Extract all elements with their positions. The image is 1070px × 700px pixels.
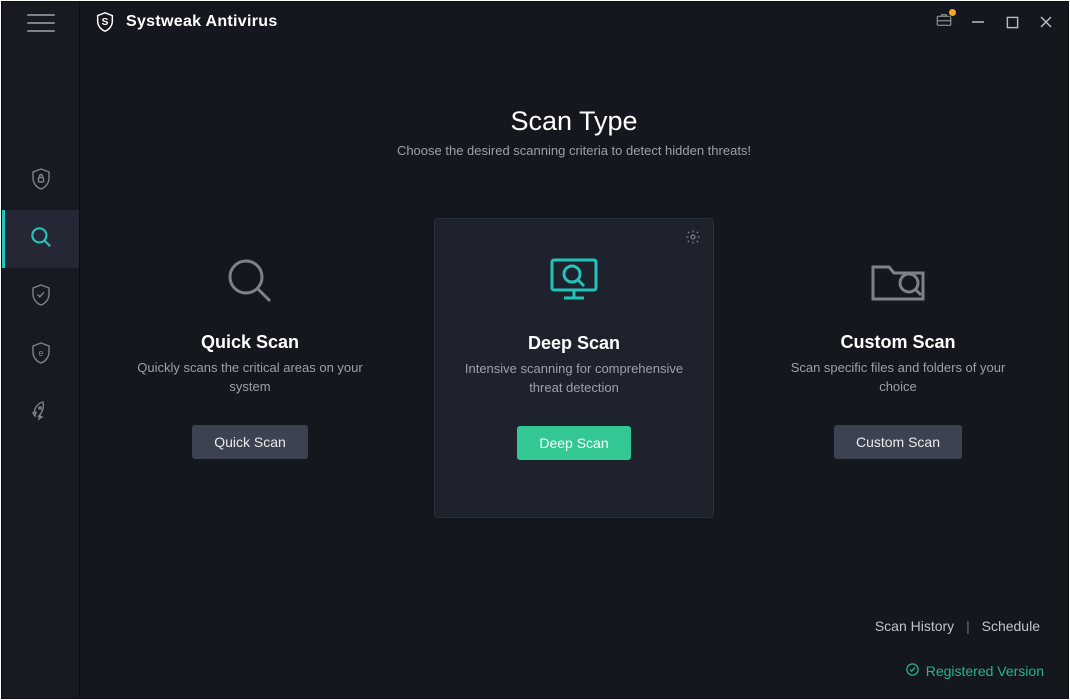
sidebar-item-shield[interactable] xyxy=(2,152,79,210)
page-title: Scan Type xyxy=(80,106,1068,137)
sidebar-item-protect[interactable] xyxy=(2,268,79,326)
card-custom-scan: Custom Scan Scan specific files and fold… xyxy=(758,218,1038,518)
app-title: Systweak Antivirus xyxy=(126,13,278,31)
card-title: Quick Scan xyxy=(134,332,366,353)
notification-badge-icon xyxy=(948,8,957,17)
card-desc: Intensive scanning for comprehensive thr… xyxy=(459,360,689,398)
shield-check-icon xyxy=(29,283,53,312)
app-logo-icon: S xyxy=(94,11,116,33)
card-title: Deep Scan xyxy=(459,333,689,354)
menu-toggle-button[interactable] xyxy=(2,2,79,44)
registered-status: Registered Version xyxy=(905,662,1044,680)
card-desc: Scan specific files and folders of your … xyxy=(782,359,1014,397)
deep-scan-button[interactable]: Deep Scan xyxy=(517,426,630,460)
sidebar-item-email[interactable]: e xyxy=(2,326,79,384)
scan-cards: Quick Scan Quickly scans the critical ar… xyxy=(80,218,1068,518)
svg-text:e: e xyxy=(38,348,43,358)
maximize-button[interactable] xyxy=(1002,12,1022,32)
card-desc: Quickly scans the critical areas on your… xyxy=(134,359,366,397)
card-deep-scan: Deep Scan Intensive scanning for compreh… xyxy=(434,218,714,518)
main-content: Scan Type Choose the desired scanning cr… xyxy=(80,2,1068,698)
scan-history-link[interactable]: Scan History xyxy=(875,618,954,634)
notifications-button[interactable] xyxy=(934,12,954,32)
rocket-icon xyxy=(29,399,53,428)
app-window: e S Systweak Antivirus xyxy=(1,1,1069,699)
registered-label: Registered Version xyxy=(926,663,1044,679)
page-subtitle: Choose the desired scanning criteria to … xyxy=(80,143,1068,158)
check-circle-icon xyxy=(905,662,920,680)
deep-scan-settings-button[interactable] xyxy=(685,229,701,250)
gear-icon xyxy=(685,232,701,249)
svg-text:S: S xyxy=(102,17,109,28)
quick-scan-button[interactable]: Quick Scan xyxy=(192,425,308,459)
sidebar-item-scan[interactable] xyxy=(2,210,79,268)
sidebar-item-boost[interactable] xyxy=(2,384,79,442)
minimize-button[interactable] xyxy=(968,12,988,32)
separator: | xyxy=(966,618,970,634)
close-button[interactable] xyxy=(1036,12,1056,32)
magnify-icon xyxy=(28,224,54,255)
custom-scan-icon xyxy=(782,248,1014,314)
left-column: e xyxy=(2,2,80,698)
custom-scan-button[interactable]: Custom Scan xyxy=(834,425,962,459)
window-controls xyxy=(934,12,1068,32)
card-quick-scan: Quick Scan Quickly scans the critical ar… xyxy=(110,218,390,518)
card-title: Custom Scan xyxy=(782,332,1014,353)
page-heading: Scan Type Choose the desired scanning cr… xyxy=(80,106,1068,158)
quick-scan-icon xyxy=(134,248,366,314)
shield-e-icon: e xyxy=(29,341,53,370)
shield-lock-icon xyxy=(29,167,53,196)
schedule-link[interactable]: Schedule xyxy=(982,618,1040,634)
footer-links: Scan History | Schedule xyxy=(875,618,1040,634)
title-bar: S Systweak Antivirus xyxy=(80,2,1068,42)
deep-scan-icon xyxy=(459,249,689,315)
